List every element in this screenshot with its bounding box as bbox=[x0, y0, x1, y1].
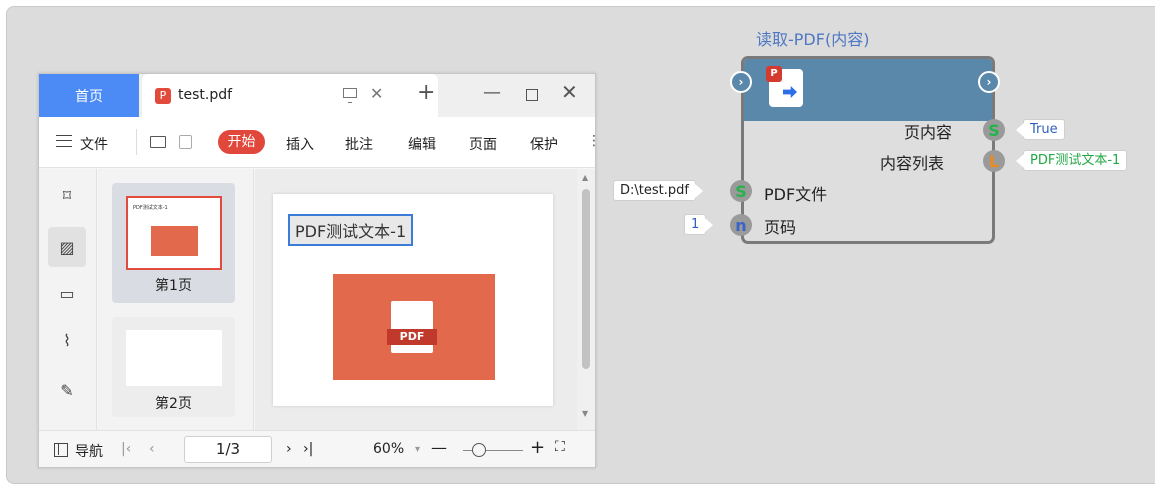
thumbnail-label-1: 第1页 bbox=[155, 278, 192, 294]
comment-icon[interactable]: ▭ bbox=[56, 282, 78, 304]
thumbnail-image bbox=[151, 226, 198, 256]
output-label-page-content: 页内容 bbox=[904, 123, 953, 142]
tab-bar: 首页 P test.pdf ✕ + — ✕ bbox=[39, 74, 595, 117]
minimize-icon[interactable]: — bbox=[483, 82, 501, 103]
pdf-viewer-window: 首页 P test.pdf ✕ + — ✕ 文件 开始 插入 批注 编辑 页面 … bbox=[38, 73, 601, 468]
zoom-level[interactable]: 60% bbox=[373, 441, 404, 457]
export-arrow-icon bbox=[783, 86, 797, 98]
thumbnail-page-2-preview bbox=[126, 330, 222, 386]
scroll-up-icon[interactable]: ▲ bbox=[582, 173, 588, 182]
navigation-label[interactable]: 导航 bbox=[75, 441, 103, 461]
zoom-slider-knob[interactable] bbox=[472, 443, 486, 457]
zoom-in-icon[interactable]: + bbox=[530, 437, 545, 458]
input-label-pdf-file: PDF文件 bbox=[764, 185, 828, 204]
tab-insert[interactable]: 插入 bbox=[286, 134, 314, 154]
tab-protect[interactable]: 保护 bbox=[530, 134, 558, 154]
status-bar: 导航 |‹ ‹ 1/3 › ›| 60% ▾ — + ⛶ bbox=[39, 430, 595, 467]
tab-start[interactable]: 开始 bbox=[218, 130, 265, 154]
input-port-pdf-file[interactable]: S bbox=[730, 180, 752, 202]
next-page-icon[interactable]: › bbox=[286, 441, 292, 457]
input-label-page-number: 页码 bbox=[764, 218, 797, 237]
navigation-panel-icon[interactable] bbox=[54, 443, 68, 457]
zoom-dropdown-icon[interactable]: ▾ bbox=[415, 444, 420, 455]
tab-edit[interactable]: 编辑 bbox=[408, 134, 436, 154]
flow-out-port[interactable]: › bbox=[978, 71, 1000, 93]
input-value-pdf-file[interactable]: D:\test.pdf bbox=[613, 180, 703, 201]
thumbnail-text: PDF测试文本-1 bbox=[133, 205, 168, 211]
thumbnail-page-1[interactable]: PDF测试文本-1 第1页 bbox=[112, 183, 235, 303]
node-header[interactable]: P bbox=[744, 59, 992, 121]
monitor-icon[interactable] bbox=[343, 88, 357, 103]
scroll-down-icon[interactable]: ▼ bbox=[582, 409, 588, 418]
prev-page-icon[interactable]: ‹ bbox=[149, 441, 155, 457]
bookmark-icon[interactable]: ⌑ bbox=[56, 184, 78, 206]
page-number-input[interactable]: 1/3 bbox=[184, 436, 272, 463]
attachment-icon[interactable]: ⌇ bbox=[56, 329, 78, 351]
tab-start-label: 开始 bbox=[227, 134, 256, 150]
document-view: PDF测试文本-1 PDF ▲ ▼ bbox=[255, 169, 595, 430]
signature-icon[interactable]: ✎ bbox=[56, 379, 78, 401]
tab-home[interactable]: 首页 bbox=[39, 74, 139, 117]
hamburger-menu-icon[interactable] bbox=[56, 135, 72, 147]
output-value-page-content: True bbox=[1016, 119, 1065, 140]
flow-in-port[interactable]: › bbox=[730, 71, 752, 93]
last-page-icon[interactable]: ›| bbox=[303, 441, 313, 457]
toolbar-divider bbox=[136, 129, 137, 155]
save-icon[interactable] bbox=[179, 135, 192, 149]
node-title: 读取-PDF(内容) bbox=[756, 30, 870, 49]
vertical-scrollbar[interactable]: ▲ ▼ bbox=[577, 169, 595, 430]
pdf-file-icon: P bbox=[155, 88, 171, 104]
thumbnail-page-2[interactable]: 第2页 bbox=[112, 317, 235, 417]
thumbnail-page-1-preview: PDF测试文本-1 bbox=[126, 196, 222, 270]
tab-document-title: test.pdf bbox=[178, 87, 233, 103]
pdf-document-icon: PDF bbox=[387, 301, 437, 353]
thumbnail-label-2: 第2页 bbox=[155, 396, 192, 412]
tab-home-label: 首页 bbox=[75, 88, 103, 105]
pdf-document-label: PDF bbox=[387, 329, 437, 345]
page-text-selection[interactable]: PDF测试文本-1 bbox=[288, 214, 414, 246]
fullscreen-icon[interactable]: ⛶ bbox=[555, 439, 565, 455]
input-value-page-number-text: 1 bbox=[691, 217, 700, 232]
input-value-pdf-file-text: D:\test.pdf bbox=[620, 183, 689, 198]
thumbnail-panel-icon[interactable]: ▨ bbox=[48, 227, 86, 267]
input-value-page-number[interactable]: 1 bbox=[684, 214, 714, 235]
window-close-icon[interactable]: ✕ bbox=[561, 80, 578, 104]
open-folder-icon[interactable] bbox=[150, 136, 166, 148]
pdf-read-icon: P bbox=[766, 66, 803, 107]
output-port-content-list[interactable]: L bbox=[983, 150, 1005, 172]
output-port-page-content[interactable]: S bbox=[983, 119, 1005, 141]
input-port-page-number[interactable]: n bbox=[730, 214, 752, 236]
first-page-icon[interactable]: |‹ bbox=[121, 441, 131, 457]
ribbon-toolbar: 文件 开始 插入 批注 编辑 页面 保护 ⋮ bbox=[39, 117, 601, 168]
output-label-content-list: 内容列表 bbox=[880, 154, 945, 173]
pdf-badge-letter: P bbox=[159, 89, 167, 102]
output-value-content-list-text: PDF测试文本-1 bbox=[1030, 153, 1121, 168]
new-tab-icon[interactable]: + bbox=[417, 80, 435, 105]
more-icon[interactable]: ⋮ bbox=[587, 133, 601, 149]
tab-annotate[interactable]: 批注 bbox=[345, 134, 373, 154]
pdf-page: PDF测试文本-1 PDF bbox=[273, 194, 553, 406]
left-sidebar: ⌑ ▨ ▭ ⌇ ✎ bbox=[39, 169, 97, 430]
pdf-badge-icon: P bbox=[766, 66, 782, 82]
file-menu[interactable]: 文件 bbox=[80, 134, 108, 154]
tab-close-icon[interactable]: ✕ bbox=[370, 84, 383, 103]
tab-document[interactable]: P test.pdf ✕ bbox=[142, 74, 438, 117]
tab-page[interactable]: 页面 bbox=[469, 134, 497, 154]
zoom-out-icon[interactable]: — bbox=[431, 438, 447, 457]
output-value-page-content-text: True bbox=[1030, 122, 1058, 137]
maximize-icon[interactable] bbox=[526, 89, 538, 101]
scroll-thumb[interactable] bbox=[582, 189, 590, 369]
thumbnail-panel: PDF测试文本-1 第1页 第2页 bbox=[98, 169, 254, 430]
page-image[interactable]: PDF bbox=[333, 274, 495, 380]
output-value-content-list: PDF测试文本-1 bbox=[1015, 150, 1128, 171]
